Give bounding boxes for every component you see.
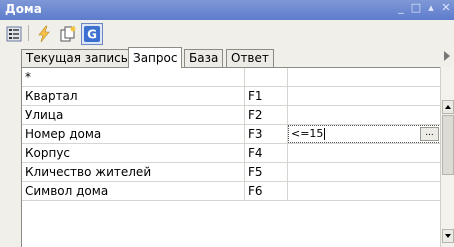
window-controls: _ □ ▴ ✕ <box>395 1 452 14</box>
g-mode-button[interactable]: G <box>81 23 103 45</box>
table-row[interactable]: Символ дома F6 <box>22 182 441 201</box>
condition-cell[interactable] <box>288 182 441 200</box>
restore-button[interactable]: ▴ <box>425 1 437 14</box>
field-code-cell[interactable]: F3 <box>245 125 288 143</box>
condition-edit-field[interactable]: <=15 ... <box>288 125 441 143</box>
text-caret <box>324 128 325 140</box>
field-code-cell[interactable]: F6 <box>245 182 288 200</box>
condition-cell[interactable] <box>288 163 441 181</box>
field-code-cell[interactable]: F2 <box>245 106 288 124</box>
ellipsis-button[interactable]: ... <box>420 127 439 141</box>
field-code-cell[interactable]: F1 <box>245 87 288 105</box>
scroll-down-icon[interactable] <box>442 229 454 243</box>
lightning-icon <box>38 25 50 43</box>
minimize-button[interactable]: _ <box>395 1 407 14</box>
table-row[interactable]: Номер дома F3 <=15 ... <box>22 125 441 144</box>
title-bar[interactable]: Дома _ □ ▴ ✕ <box>0 0 454 20</box>
condition-cell[interactable] <box>288 144 441 162</box>
field-list-button[interactable] <box>3 23 25 45</box>
field-name-cell[interactable]: Улица <box>22 106 245 124</box>
query-grid: * Квартал F1 Улица F2 Номер дома F3 <=15… <box>21 67 441 247</box>
copy-record-button[interactable] <box>57 23 79 45</box>
g-mode-label: G <box>87 28 97 42</box>
field-name-cell[interactable]: Номер дома <box>22 125 245 143</box>
table-row[interactable]: Кличество жителей F5 <box>22 163 441 182</box>
copy-record-icon <box>60 26 76 42</box>
table-row[interactable]: Корпус F4 <box>22 144 441 163</box>
toolbar-separator <box>28 25 29 41</box>
table-row[interactable]: * <box>22 68 441 87</box>
table-row[interactable]: Улица F2 <box>22 106 441 125</box>
g-mode-icon: G <box>84 26 100 42</box>
field-name-cell[interactable]: * <box>22 68 245 86</box>
tab-base[interactable]: База <box>184 49 224 68</box>
field-list-icon <box>6 26 22 42</box>
run-button[interactable] <box>33 23 55 45</box>
tab-strip: Текущая запись Запрос База Ответ <box>0 47 454 68</box>
toolbar: G <box>0 20 454 46</box>
field-code-cell[interactable]: F4 <box>245 144 288 162</box>
table-row[interactable]: Квартал F1 <box>22 87 441 106</box>
scroll-up-icon[interactable] <box>442 100 454 114</box>
field-name-cell[interactable]: Кличество жителей <box>22 163 245 181</box>
window-title: Дома <box>5 2 42 16</box>
query-window: Дома _ □ ▴ ✕ G Текущая запись Запрос Баз… <box>0 0 454 247</box>
field-name-cell[interactable]: Корпус <box>22 144 245 162</box>
tab-query[interactable]: Запрос <box>128 47 183 68</box>
tab-answer[interactable]: Ответ <box>226 49 274 68</box>
condition-edit-value[interactable]: <=15 <box>291 126 323 142</box>
field-code-cell[interactable]: F5 <box>245 163 288 181</box>
tab-current-record[interactable]: Текущая запись <box>21 49 133 68</box>
condition-cell[interactable] <box>288 106 441 124</box>
vertical-scrollbar[interactable] <box>440 67 454 247</box>
field-code-cell[interactable] <box>245 68 288 86</box>
field-name-cell[interactable]: Символ дома <box>22 182 245 200</box>
close-button[interactable]: ✕ <box>440 1 452 14</box>
scroll-thumb[interactable] <box>442 115 454 175</box>
condition-cell[interactable] <box>288 68 441 86</box>
maximize-button[interactable]: □ <box>410 1 422 14</box>
condition-cell[interactable] <box>288 87 441 105</box>
field-name-cell[interactable]: Квартал <box>22 87 245 105</box>
tab-scroll-right-icon[interactable] <box>444 51 450 61</box>
